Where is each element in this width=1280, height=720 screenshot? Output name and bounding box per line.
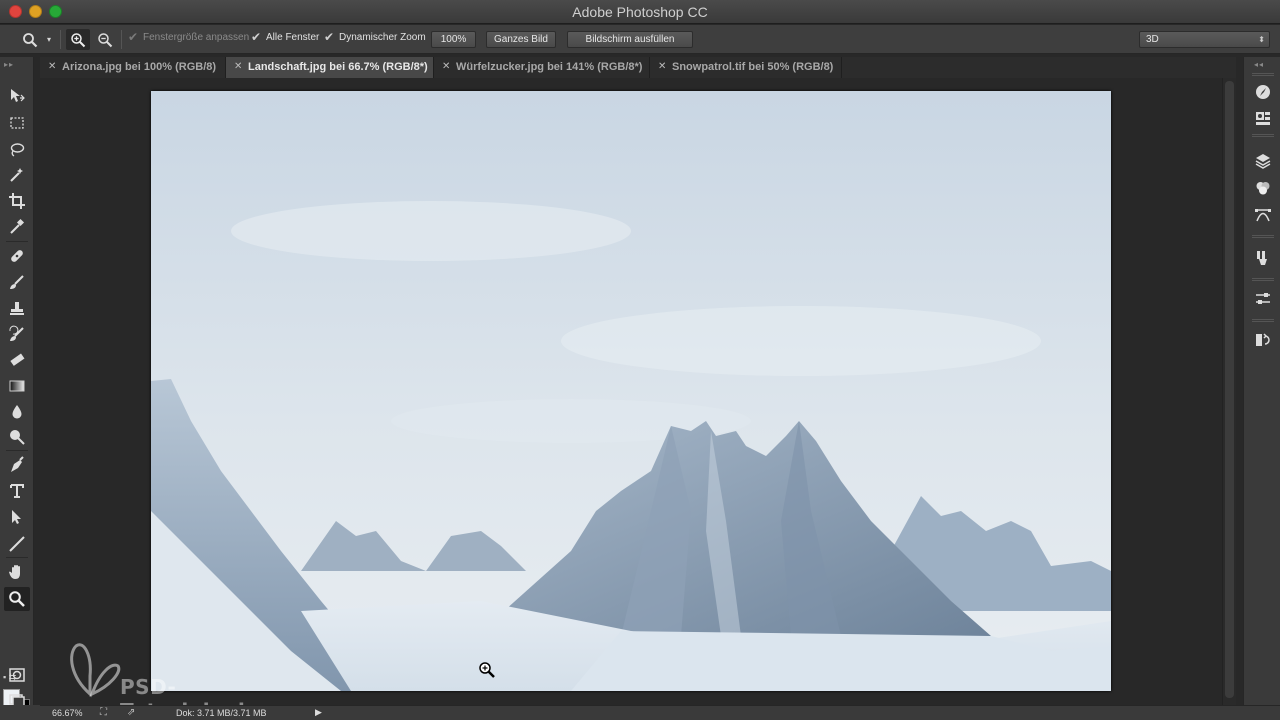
path-selection-tool-icon[interactable] xyxy=(4,505,30,529)
gradient-tool-icon[interactable] xyxy=(4,374,30,398)
type-tool-icon[interactable] xyxy=(4,479,30,503)
marquee-tool-icon[interactable] xyxy=(4,111,30,135)
fill-screen-button[interactable]: Bildschirm ausfüllen xyxy=(567,31,693,48)
brush-tool-icon[interactable] xyxy=(4,270,30,294)
scrubby-zoom-checkbox[interactable]: ✔ Dynamischer Zoom xyxy=(324,30,426,44)
tool-preset-dropdown-icon[interactable]: ▾ xyxy=(44,29,54,50)
tab-label: Snowpatrol.tif bei 50% (RGB/8) xyxy=(672,61,834,73)
brush-presets-icon[interactable] xyxy=(1252,247,1274,269)
dock-separator xyxy=(1252,134,1274,137)
toolbox-separator xyxy=(6,450,28,451)
tab-label: Würfelzucker.jpg bei 141% (RGB/8*) xyxy=(456,61,643,73)
scrollbar-thumb[interactable] xyxy=(1225,81,1234,698)
zoom-cursor-icon xyxy=(478,661,496,679)
toolbox-separator xyxy=(6,241,28,242)
hand-tool-icon[interactable] xyxy=(4,560,30,584)
options-separator xyxy=(60,30,61,49)
history-icon[interactable] xyxy=(1252,329,1274,351)
line-tool-icon[interactable] xyxy=(4,532,30,556)
close-tab-icon[interactable]: ✕ xyxy=(48,57,56,77)
toolbox: ▸▸ ▪ ⇆ xyxy=(0,57,34,716)
dodge-tool-icon[interactable] xyxy=(4,425,30,449)
resize-windows-checkbox[interactable]: ✔ Fenstergröße anpassen xyxy=(128,30,250,44)
fit-screen-button[interactable]: Ganzes Bild xyxy=(486,31,556,48)
options-bar: ▾ ✔ Fenstergröße anpassen ✔ Alle Fenster… xyxy=(0,25,1280,54)
info-icon[interactable] xyxy=(1252,107,1274,129)
adjustments-icon[interactable] xyxy=(1252,288,1274,310)
channels-icon[interactable] xyxy=(1252,177,1274,199)
document-size: Dok: 3.71 MB/3.71 MB xyxy=(176,708,267,718)
layers-icon[interactable] xyxy=(1252,150,1274,172)
eyedropper-tool-icon[interactable] xyxy=(4,215,30,239)
zoom-tool-icon[interactable] xyxy=(4,587,30,611)
all-windows-checkbox[interactable]: ✔ Alle Fenster xyxy=(251,30,320,44)
crop-tool-icon[interactable] xyxy=(4,189,30,213)
select-arrows-icon: ⬍ xyxy=(1258,35,1265,44)
history-brush-tool-icon[interactable] xyxy=(4,322,30,346)
tab-label: Landschaft.jpg bei 66.7% (RGB/8*) xyxy=(248,61,428,73)
zoom-in-icon[interactable] xyxy=(66,29,90,50)
photoshop-window: Adobe Photoshop CC ▾ ✔ Fenstergröße anpa… xyxy=(0,0,1280,720)
magic-wand-tool-icon[interactable] xyxy=(4,163,30,187)
toolbox-separator xyxy=(6,557,28,558)
dock-collapse-icon[interactable]: ◂◂ xyxy=(1254,60,1264,69)
dock-separator xyxy=(1252,73,1274,76)
butterfly-logo-icon xyxy=(70,643,121,698)
options-separator xyxy=(121,30,122,49)
dock-separator xyxy=(1252,319,1274,322)
dock-separator xyxy=(1252,235,1274,238)
zoom-level[interactable]: 66.67% xyxy=(52,708,83,718)
tab-wuerfelzucker[interactable]: ✕ Würfelzucker.jpg bei 141% (RGB/8*) xyxy=(434,57,650,78)
tab-snowpatrol[interactable]: ✕ Snowpatrol.tif bei 50% (RGB/8) xyxy=(650,57,842,78)
checkbox-label: Dynamischer Zoom xyxy=(339,32,426,43)
watermark-logo: PSD-Tutorials.de xyxy=(60,636,300,720)
checkmark-icon: ✔ xyxy=(251,30,262,44)
canvas-area[interactable] xyxy=(40,78,1222,705)
clone-stamp-tool-icon[interactable] xyxy=(4,297,30,321)
view-mode-icon[interactable]: ⛶ xyxy=(100,707,107,718)
paths-icon[interactable] xyxy=(1252,204,1274,226)
status-menu-arrow-icon[interactable]: ▶ xyxy=(315,707,322,718)
checkbox-label: Alle Fenster xyxy=(266,32,320,43)
close-tab-icon[interactable]: ✕ xyxy=(234,57,242,77)
workspace-select-value: 3D xyxy=(1146,34,1159,45)
status-bar: 66.67% ⛶ ⇗ Dok: 3.71 MB/3.71 MB ▶ xyxy=(40,705,1280,720)
close-tab-icon[interactable]: ✕ xyxy=(658,57,666,77)
navigator-icon[interactable] xyxy=(1252,81,1274,103)
export-icon[interactable]: ⇗ xyxy=(127,707,135,718)
healing-brush-tool-icon[interactable] xyxy=(4,244,30,268)
checkmark-icon: ✔ xyxy=(324,30,335,44)
dock-separator xyxy=(1252,278,1274,281)
tab-landschaft[interactable]: ✕ Landschaft.jpg bei 66.7% (RGB/8*) xyxy=(226,57,434,78)
eraser-tool-icon[interactable] xyxy=(4,348,30,372)
lasso-tool-icon[interactable] xyxy=(4,138,30,162)
app-title: Adobe Photoshop CC xyxy=(572,4,708,20)
tab-arizona[interactable]: ✕ Arizona.jpg bei 100% (RGB/8) xyxy=(40,57,226,78)
panel-dock: ◂◂ xyxy=(1243,57,1280,705)
checkmark-icon: ✔ xyxy=(128,30,139,44)
zoom-tool-preset-icon[interactable] xyxy=(20,29,40,50)
zoom-100-button[interactable]: 100% xyxy=(431,31,476,48)
quick-mask-icon[interactable] xyxy=(4,663,30,687)
tab-label: Arizona.jpg bei 100% (RGB/8) xyxy=(62,61,217,73)
vertical-scrollbar[interactable] xyxy=(1222,78,1236,705)
blur-tool-icon[interactable] xyxy=(4,400,30,424)
checkbox-label: Fenstergröße anpassen xyxy=(143,32,250,43)
toolbox-collapse-icon[interactable]: ▸▸ xyxy=(4,60,14,69)
workspace-select[interactable]: 3D ⬍ xyxy=(1139,31,1270,48)
document-tabs: ✕ Arizona.jpg bei 100% (RGB/8) ✕ Landsch… xyxy=(40,57,1236,78)
zoom-out-icon[interactable] xyxy=(94,29,116,50)
close-tab-icon[interactable]: ✕ xyxy=(442,57,450,77)
move-tool-icon[interactable] xyxy=(4,84,30,108)
document-image[interactable] xyxy=(151,91,1111,691)
pen-tool-icon[interactable] xyxy=(4,453,30,477)
title-bar: Adobe Photoshop CC xyxy=(0,0,1280,24)
toolbox-footer xyxy=(0,705,40,720)
